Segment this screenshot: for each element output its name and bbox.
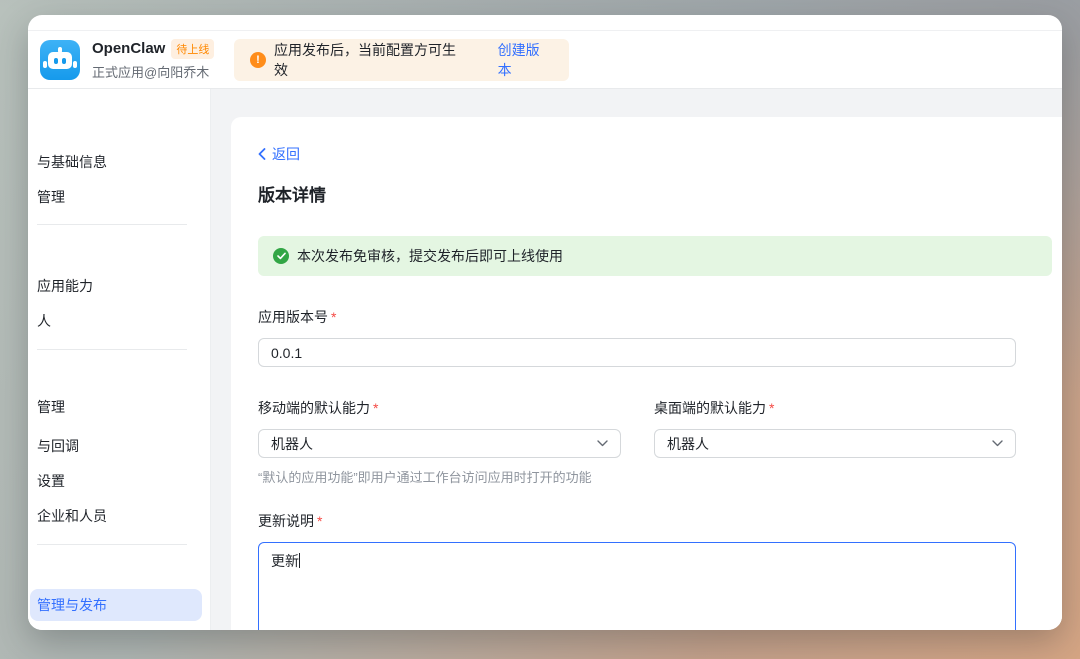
sidebar-item-callback[interactable]: 与回调 (30, 433, 202, 459)
field-update-notes: 更新说明* 更新 2/500 (258, 511, 1062, 630)
publish-warning-banner: ! 应用发布后，当前配置方可生效 创建版本 (234, 39, 569, 81)
desktop-capability-label: 桌面端的默认能力* (654, 398, 1016, 418)
mobile-capability-select[interactable]: 机器人 (258, 429, 621, 458)
capability-hint: “默认的应用功能”即用户通过工作台访问应用时打开的功能 (258, 467, 621, 486)
mobile-capability-label: 移动端的默认能力* (258, 398, 621, 418)
update-notes-value: 更新 (271, 553, 299, 569)
robot-ear (73, 61, 77, 68)
back-label: 返回 (272, 144, 300, 164)
field-mobile-capability: 移动端的默认能力* 机器人 “默认的应用功能”即用户通过工作台访问应用时打开的功… (258, 398, 621, 486)
notice-text: 本次发布免审核，提交发布后即可上线使用 (297, 246, 563, 266)
desktop-capability-select[interactable]: 机器人 (654, 429, 1016, 458)
app-subtitle: 正式应用@向阳乔木 (92, 62, 224, 81)
app-name: OpenClaw (92, 40, 165, 57)
app-meta: OpenClaw 待上线 正式应用@向阳乔木 (92, 39, 224, 81)
version-detail-card: 返回 版本详情 本次发布免审核，提交发布后即可上线使用 应用版本号* (231, 117, 1062, 630)
chevron-down-icon (597, 440, 608, 447)
robot-eye (54, 58, 58, 64)
check-circle-icon (273, 248, 289, 264)
sidebar-divider (37, 544, 187, 545)
sidebar-divider (37, 224, 187, 225)
required-mark: * (317, 513, 322, 529)
sidebar-item-bot[interactable]: 人 (30, 308, 202, 334)
sidebar-item-manage-2[interactable]: 管理 (30, 394, 202, 420)
sidebar-item-app-capability[interactable]: 应用能力 (30, 273, 202, 299)
sidebar-item-manage[interactable]: 管理 (30, 184, 202, 210)
robot-head (48, 52, 72, 69)
sidebar: 与基础信息 管理 应用能力 人 管理 与回调 设置 企业和人员 管理与发布 (28, 89, 211, 630)
field-app-version: 应用版本号* (258, 307, 1062, 367)
robot-ear (43, 61, 47, 68)
mobile-capability-value: 机器人 (271, 434, 313, 454)
version-label: 应用版本号* (258, 307, 1062, 327)
chevron-left-icon (258, 148, 266, 160)
review-exempt-notice: 本次发布免审核，提交发布后即可上线使用 (258, 236, 1052, 276)
field-desktop-capability: 桌面端的默认能力* 机器人 (654, 398, 1016, 486)
warning-banner-text: 应用发布后，当前配置方可生效 (274, 40, 468, 80)
window-top-strip (28, 15, 1062, 31)
desktop-capability-value: 机器人 (667, 434, 709, 454)
update-notes-label: 更新说明* (258, 511, 1062, 531)
app-header: OpenClaw 待上线 正式应用@向阳乔木 ! 应用发布后，当前配置方可生效 … (28, 31, 1062, 89)
required-mark: * (769, 400, 774, 416)
window-body: 与基础信息 管理 应用能力 人 管理 与回调 设置 企业和人员 管理与发布 返回 (28, 89, 1062, 630)
chevron-down-icon (992, 440, 1003, 447)
sidebar-item-settings[interactable]: 设置 (30, 468, 202, 494)
text-caret (299, 553, 300, 568)
required-mark: * (331, 309, 336, 325)
warning-icon: ! (250, 52, 266, 68)
sidebar-item-manage-release[interactable]: 管理与发布 (30, 589, 202, 621)
sidebar-item-org-members[interactable]: 企业和人员 (30, 503, 202, 529)
app-logo-robot-icon (40, 40, 80, 80)
page-title: 版本详情 (258, 181, 1062, 206)
robot-eye (62, 58, 66, 64)
create-version-link[interactable]: 创建版本 (498, 40, 553, 80)
sidebar-item-basic-info[interactable]: 与基础信息 (30, 149, 202, 175)
app-window: OpenClaw 待上线 正式应用@向阳乔木 ! 应用发布后，当前配置方可生效 … (28, 15, 1062, 630)
version-input[interactable] (258, 338, 1016, 367)
sidebar-divider (37, 349, 187, 350)
status-badge: 待上线 (171, 39, 214, 59)
required-mark: * (373, 400, 378, 416)
update-notes-textarea[interactable]: 更新 2/500 (258, 542, 1016, 630)
capability-selects-row: 移动端的默认能力* 机器人 “默认的应用功能”即用户通过工作台访问应用时打开的功… (258, 398, 1062, 486)
back-link[interactable]: 返回 (258, 144, 300, 164)
content-area: 返回 版本详情 本次发布免审核，提交发布后即可上线使用 应用版本号* (211, 89, 1062, 630)
